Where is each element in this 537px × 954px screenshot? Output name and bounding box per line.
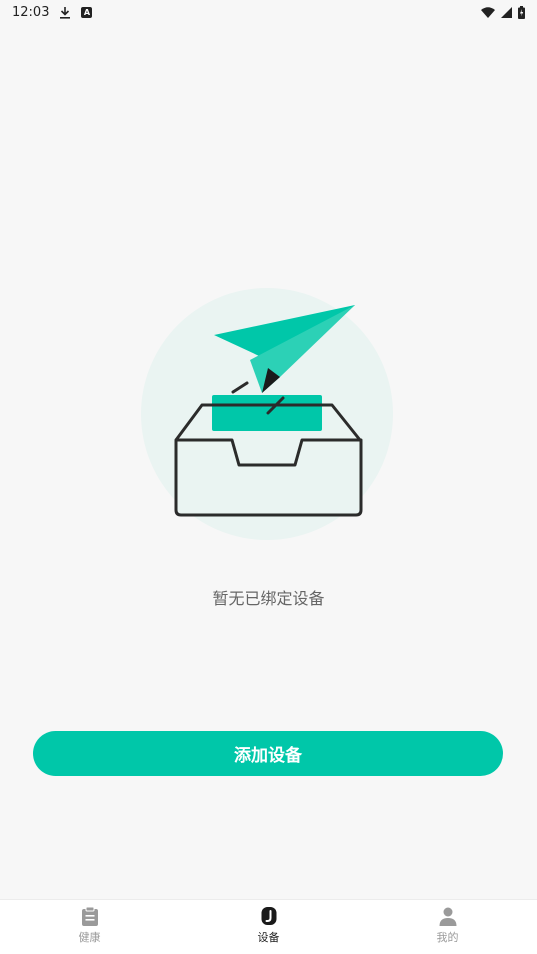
bottom-nav: 健康 设备 我的 [0, 899, 537, 954]
add-device-button[interactable]: 添加设备 [33, 731, 503, 776]
wifi-icon [481, 6, 495, 18]
clipboard-icon [80, 906, 100, 926]
status-bar: 12:03 A [0, 0, 537, 24]
person-icon [438, 906, 458, 926]
add-device-button-label: 添加设备 [234, 746, 302, 766]
text-badge-icon: A [81, 6, 93, 18]
paper-plane-inbox-illustration [141, 288, 393, 540]
nav-item-mine[interactable]: 我的 [358, 900, 537, 954]
status-time: 12:03 [12, 4, 50, 20]
nav-item-health[interactable]: 健康 [0, 900, 179, 954]
nav-label-mine: 我的 [436, 931, 459, 944]
download-icon [59, 6, 71, 19]
status-left: 12:03 A [12, 4, 93, 20]
text-badge-label: A [83, 7, 91, 17]
battery-icon [518, 5, 525, 19]
nav-item-device[interactable]: 设备 [179, 900, 358, 954]
nav-label-device: 设备 [257, 931, 280, 944]
watch-icon [259, 906, 279, 926]
empty-state-illustration [140, 285, 398, 543]
signal-icon [501, 6, 512, 18]
nav-label-health: 健康 [78, 931, 101, 944]
empty-state-message: 暂无已绑定设备 [212, 589, 325, 608]
status-right [481, 5, 525, 19]
